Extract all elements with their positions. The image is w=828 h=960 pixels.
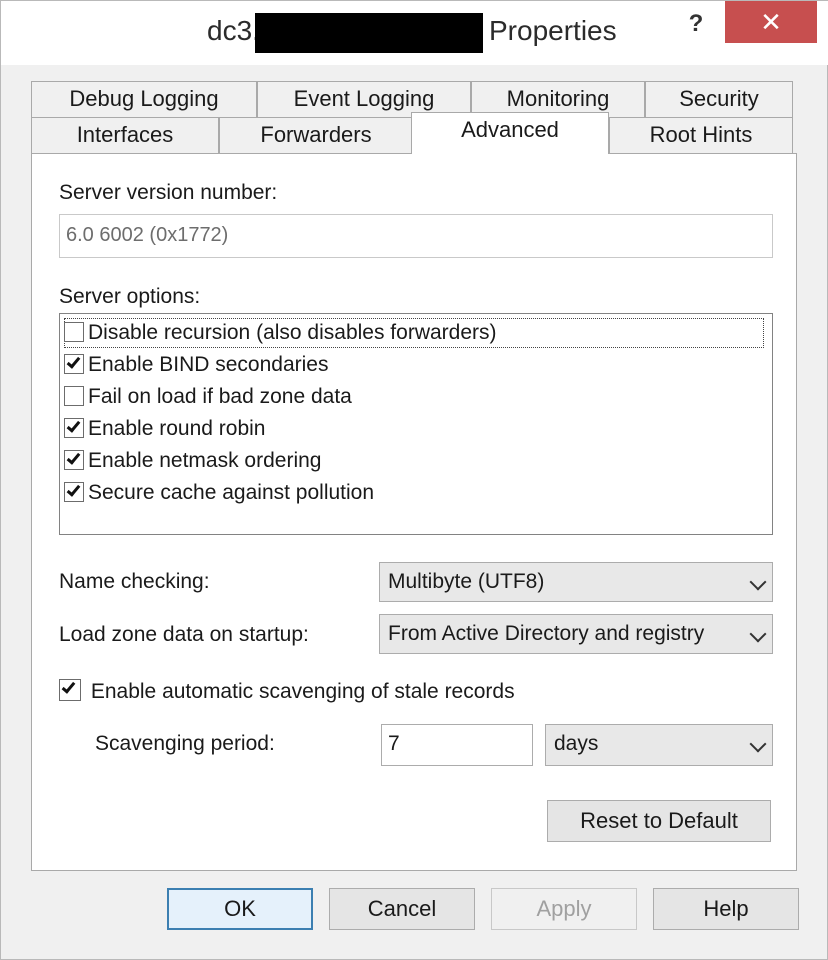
load-zone-value: From Active Directory and registry	[388, 622, 705, 645]
scavenging-period-input[interactable]: 7	[381, 724, 533, 766]
tab-security[interactable]: Security	[645, 81, 793, 117]
option-secure-cache[interactable]: Secure cache against pollution	[64, 478, 764, 508]
checkbox-scavenging[interactable]	[59, 679, 81, 701]
scavenging-option[interactable]: Enable automatic scavenging of stale rec…	[59, 677, 659, 707]
tab-advanced[interactable]: Advanced	[411, 112, 609, 154]
server-options-list[interactable]: Disable recursion (also disables forward…	[59, 313, 773, 535]
ok-button[interactable]: OK	[167, 888, 313, 930]
help-icon[interactable]: ?	[669, 7, 723, 45]
scavenging-label: Enable automatic scavenging of stale rec…	[90, 680, 515, 703]
option-label: Enable netmask ordering	[88, 449, 322, 472]
checkbox-netmask-ordering[interactable]	[64, 450, 84, 470]
scavenging-period-label: Scavenging period:	[95, 732, 275, 755]
server-version-field: 6.0 6002 (0x1772)	[59, 214, 773, 258]
reset-to-default-button[interactable]: Reset to Default	[547, 800, 771, 842]
tab-forwarders[interactable]: Forwarders	[219, 117, 413, 153]
server-options-label: Server options:	[59, 285, 201, 308]
window-title-prefix: dc3.	[207, 15, 260, 46]
option-label: Enable round robin	[88, 417, 266, 440]
checkbox-enable-bind-secondaries[interactable]	[64, 354, 84, 374]
title-bar: dc3. Properties ? ✕	[1, 1, 828, 65]
name-checking-select[interactable]: Multibyte (UTF8)	[379, 562, 773, 602]
tab-debug-logging[interactable]: Debug Logging	[31, 81, 257, 117]
name-checking-label: Name checking:	[59, 570, 210, 593]
close-icon[interactable]: ✕	[725, 1, 817, 43]
tab-interfaces[interactable]: Interfaces	[31, 117, 219, 153]
option-round-robin[interactable]: Enable round robin	[64, 414, 764, 444]
redaction-bar	[255, 13, 483, 53]
help-button[interactable]: Help	[653, 888, 799, 930]
server-version-label: Server version number:	[59, 181, 278, 204]
chevron-down-icon	[749, 735, 767, 753]
option-fail-on-load[interactable]: Fail on load if bad zone data	[64, 382, 764, 412]
option-label: Secure cache against pollution	[88, 481, 375, 504]
checkbox-disable-recursion[interactable]	[64, 322, 84, 342]
option-label: Enable BIND secondaries	[88, 353, 329, 376]
scavenging-unit-value: days	[554, 732, 599, 755]
option-disable-recursion[interactable]: Disable recursion (also disables forward…	[64, 318, 764, 348]
scavenging-unit-select[interactable]: days	[545, 724, 773, 766]
checkbox-secure-cache[interactable]	[64, 482, 84, 502]
chevron-down-icon	[749, 625, 767, 643]
option-netmask-ordering[interactable]: Enable netmask ordering	[64, 446, 764, 476]
apply-button[interactable]: Apply	[491, 888, 637, 930]
chevron-down-icon	[749, 573, 767, 591]
name-checking-value: Multibyte (UTF8)	[388, 570, 545, 593]
load-zone-label: Load zone data on startup:	[59, 623, 309, 646]
option-enable-bind-secondaries[interactable]: Enable BIND secondaries	[64, 350, 764, 380]
load-zone-select[interactable]: From Active Directory and registry	[379, 614, 773, 654]
option-label: Disable recursion (also disables forward…	[88, 321, 497, 344]
window-title-suffix: Properties	[489, 15, 617, 46]
checkbox-round-robin[interactable]	[64, 418, 84, 438]
tab-root-hints[interactable]: Root Hints	[609, 117, 793, 153]
cancel-button[interactable]: Cancel	[329, 888, 475, 930]
checkbox-fail-on-load[interactable]	[64, 386, 84, 406]
option-label: Fail on load if bad zone data	[88, 385, 352, 408]
dns-properties-dialog: dc3. Properties ? ✕ Debug Logging Event …	[0, 0, 828, 960]
